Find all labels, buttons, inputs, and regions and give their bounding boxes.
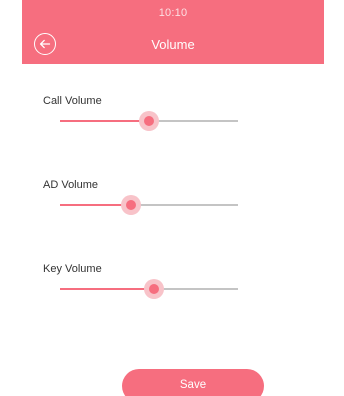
call-volume-slider[interactable] <box>60 111 238 131</box>
ad-volume-label: AD Volume <box>43 179 99 191</box>
save-button[interactable]: Save <box>122 369 264 396</box>
key-volume-label: Key Volume <box>43 263 102 275</box>
status-time: 10:10 <box>158 7 188 19</box>
slider-fill <box>60 288 155 290</box>
call-volume-setting: Call Volume <box>43 95 243 135</box>
key-volume-slider[interactable] <box>60 279 238 299</box>
slider-fill <box>60 120 149 122</box>
key-volume-setting: Key Volume <box>43 263 243 303</box>
call-volume-label: Call Volume <box>43 95 102 107</box>
volume-screen: 10:10 Volume Call Volume AD Volume Key V… <box>0 0 344 396</box>
slider-thumb[interactable] <box>144 116 154 126</box>
header-bar: 10:10 Volume <box>22 0 324 64</box>
page-title: Volume <box>151 37 195 52</box>
ad-volume-slider[interactable] <box>60 195 238 215</box>
ad-volume-setting: AD Volume <box>43 179 243 219</box>
